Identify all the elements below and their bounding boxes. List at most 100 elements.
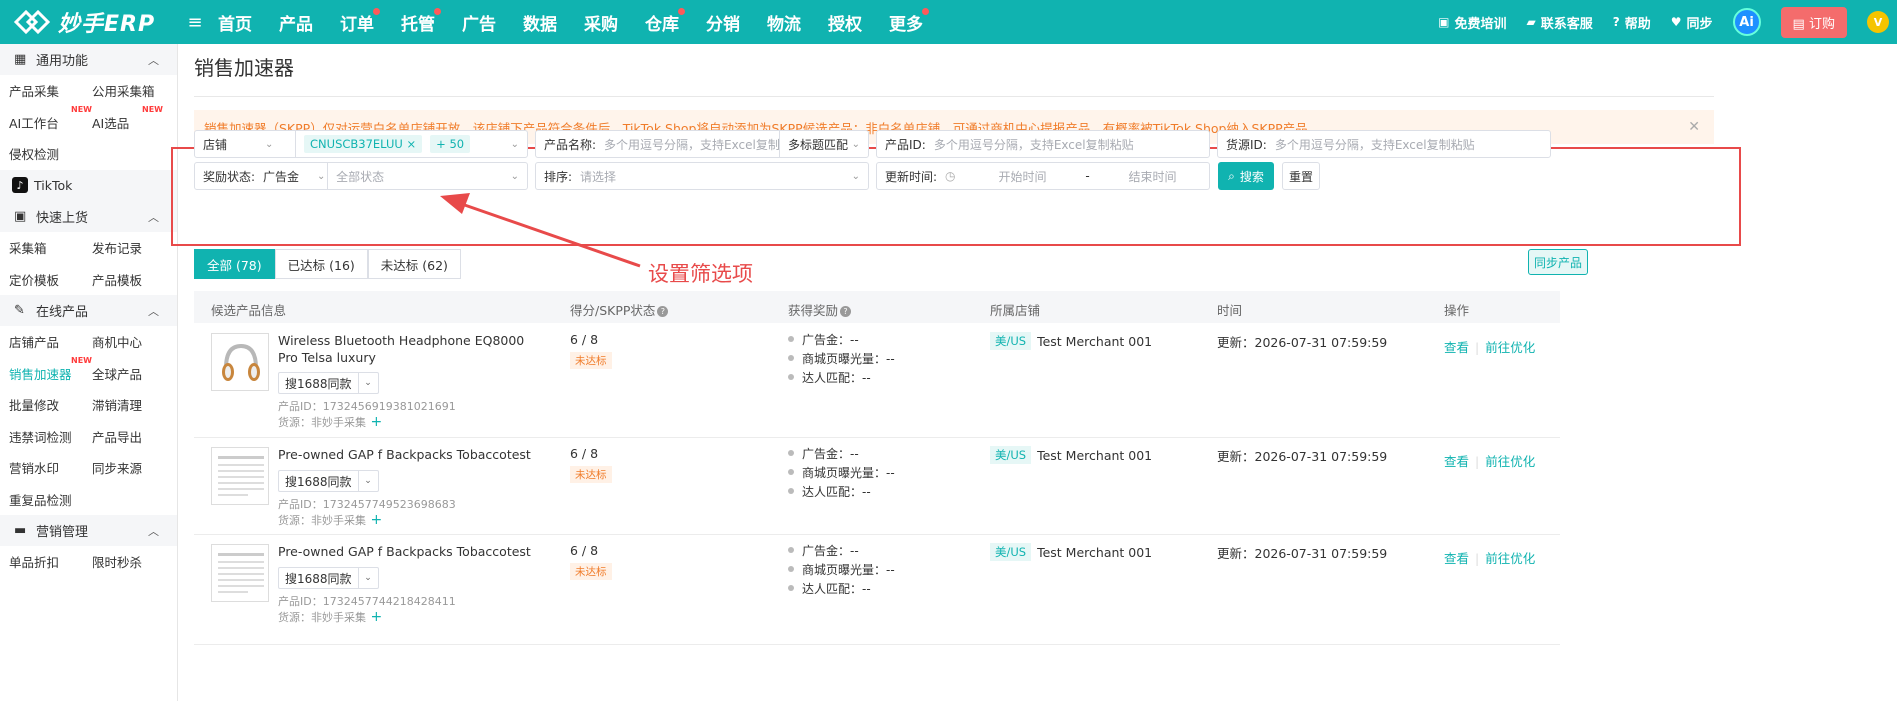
question-icon[interactable]: ?	[657, 306, 669, 317]
menu-toggle-icon[interactable]: ≡	[180, 12, 210, 33]
region-badge: 美/US	[990, 446, 1032, 464]
end-time-input[interactable]: 结束时间	[1098, 168, 1208, 185]
sidebar-item[interactable]: 全球产品	[83, 364, 166, 383]
nav-item[interactable]: 产品	[279, 10, 313, 35]
sidebar-group-header[interactable]: ✎ 在线产品 ︿	[0, 295, 177, 326]
product-name-input[interactable]: 多个用逗号分隔，支持Excel复制粘贴	[604, 136, 779, 153]
nav-item[interactable]: 授权	[828, 10, 862, 35]
reset-button[interactable]: 重置	[1282, 162, 1320, 190]
nav-item[interactable]: 首页	[218, 10, 252, 35]
sidebar-item[interactable]: 限时秒杀	[83, 552, 166, 571]
nav-item[interactable]: 订单	[340, 7, 380, 35]
sort-select[interactable]: 排序: 请选择 ⌄	[535, 162, 869, 190]
optimize-link[interactable]: 前往优化	[1485, 340, 1535, 355]
ai-assistant-button[interactable]: Ai	[1732, 8, 1761, 36]
sidebar-item[interactable]: 销售加速器 NEW	[0, 356, 92, 383]
tag-close-icon[interactable]: ×	[407, 137, 417, 151]
sidebar-item[interactable]: 产品采集	[0, 81, 83, 100]
sidebar-group-header[interactable]: ▬ 营销管理 ︿	[0, 515, 177, 546]
sidebar-item[interactable]: 侵权检测	[0, 144, 83, 163]
nav-item[interactable]: 分销	[706, 10, 740, 35]
add-source-icon[interactable]: +	[366, 609, 382, 625]
product-name-field[interactable]: 产品名称: 多个用逗号分隔，支持Excel复制粘贴 多标题匹配 ⌄	[535, 130, 869, 158]
source-id-field[interactable]: 货源ID: 多个用逗号分隔，支持Excel复制粘贴	[1217, 130, 1551, 158]
sync-products-button[interactable]: 同步产品	[1528, 249, 1588, 275]
tab[interactable]: 已达标 (16)	[274, 249, 368, 279]
order-button[interactable]: ▤ 订购	[1780, 6, 1847, 38]
sidebar-item[interactable]: 产品模板	[83, 270, 166, 289]
product-name-link[interactable]: Pre-owned GAP f Backpacks Tobaccotest	[278, 543, 540, 560]
nav-item[interactable]: 托管	[401, 7, 441, 35]
product-name-link[interactable]: Pre-owned GAP f Backpacks Tobaccotest	[278, 446, 540, 463]
search-1688-button[interactable]: 搜1688同款 ⌄	[278, 567, 379, 589]
sidebar-item[interactable]: 商机中心	[83, 332, 166, 351]
sidebar-item[interactable]: 批量修改	[0, 395, 83, 414]
optimize-link[interactable]: 前往优化	[1485, 551, 1535, 566]
sidebar-item[interactable]: 营销水印	[0, 458, 83, 477]
nav-item[interactable]: 物流	[767, 10, 801, 35]
sidebar-item[interactable]: 发布记录	[83, 238, 166, 257]
sidebar-item[interactable]: 公用采集箱	[83, 81, 166, 100]
logo[interactable]: 妙手ERP	[0, 6, 180, 38]
reward-status-field[interactable]: 奖励状态: 广告金 ⌄ 全部状态 ⌄	[194, 162, 528, 190]
nav-item[interactable]: 广告	[462, 10, 496, 35]
product-source: 货源：非妙手采集 +	[278, 609, 382, 625]
sidebar-item[interactable]: AI选品 NEW	[83, 105, 166, 132]
sidebar-item[interactable]: 违禁词检测	[0, 427, 83, 446]
sidebar-row: 营销水印 同步来源	[0, 452, 177, 484]
chevron-down-icon[interactable]: ⌄	[357, 568, 378, 588]
nav-item[interactable]: 采购	[584, 10, 618, 35]
product-thumbnail[interactable]	[211, 544, 269, 602]
shop-more-tag[interactable]: + 50	[430, 135, 471, 153]
sidebar-group-header[interactable]: ▦ 通用功能 ︿	[0, 44, 177, 75]
chevron-down-icon[interactable]: ⌄	[357, 373, 378, 393]
nav-item[interactable]: 数据	[523, 10, 557, 35]
tab[interactable]: 未达标 (62)	[367, 249, 461, 279]
product-thumbnail[interactable]	[211, 333, 269, 391]
tab[interactable]: 全部 (78)	[194, 249, 275, 279]
nav-item[interactable]: 更多	[889, 7, 929, 35]
start-time-input[interactable]: 开始时间	[968, 168, 1078, 185]
product-id-field[interactable]: 产品ID: 多个用逗号分隔，支持Excel复制粘贴	[876, 130, 1210, 158]
sidebar-item[interactable]: 店铺产品	[0, 332, 83, 351]
sidebar-item[interactable]: 定价模板	[0, 270, 83, 289]
question-icon[interactable]: ?	[840, 306, 852, 317]
search-1688-button[interactable]: 搜1688同款 ⌄	[278, 470, 379, 492]
optimize-link[interactable]: 前往优化	[1485, 454, 1535, 469]
sidebar-item[interactable]: 单品折扣	[0, 552, 83, 571]
view-link[interactable]: 查看	[1444, 551, 1469, 566]
search-button[interactable]: ⌕ 搜索	[1218, 162, 1274, 190]
add-source-icon[interactable]: +	[366, 512, 382, 528]
product-name-link[interactable]: Wireless Bluetooth Headphone EQ8000 Pro …	[278, 332, 540, 366]
contact-support-link[interactable]: ▰ 联系客服	[1527, 13, 1593, 32]
sync-link[interactable]: ♥ 同步	[1671, 13, 1713, 32]
sidebar-item[interactable]: 同步来源	[83, 458, 166, 477]
shop-tag[interactable]: CNUSCB37ELUU ×	[304, 135, 423, 153]
view-link[interactable]: 查看	[1444, 340, 1469, 355]
reward-status-label: 奖励状态:	[203, 169, 256, 184]
sidebar-item[interactable]: AI工作台 NEW	[0, 105, 92, 132]
sidebar-item[interactable]: 产品导出	[83, 427, 166, 446]
match-mode-select[interactable]: 多标题匹配	[780, 136, 856, 153]
close-icon[interactable]: ✕	[1688, 119, 1700, 135]
status-select[interactable]: 全部状态	[336, 168, 384, 185]
chevron-down-icon[interactable]: ⌄	[357, 471, 378, 491]
vip-avatar[interactable]: V	[1867, 11, 1889, 33]
source-id-input[interactable]: 多个用逗号分隔，支持Excel复制粘贴	[1275, 136, 1475, 153]
update-time-range[interactable]: 更新时间: ◷ 开始时间 - 结束时间	[876, 162, 1210, 190]
nav-item[interactable]: 仓库	[645, 7, 685, 35]
add-source-icon[interactable]: +	[366, 414, 382, 430]
sidebar-item[interactable]: 重复品检测	[0, 490, 83, 509]
free-training-link[interactable]: ▣ 免费培训	[1438, 13, 1506, 32]
shop-select[interactable]: 店铺 ⌄ CNUSCB37ELUU × + 50 ⌄	[194, 130, 528, 158]
help-link[interactable]: ? 帮助	[1613, 13, 1651, 32]
sidebar-item[interactable]: 滞销清理	[83, 395, 166, 414]
search-1688-button[interactable]: 搜1688同款 ⌄	[278, 372, 379, 394]
product-thumbnail[interactable]	[211, 447, 269, 505]
reward-type-select[interactable]: 广告金	[263, 168, 299, 185]
view-link[interactable]: 查看	[1444, 454, 1469, 469]
sidebar-group-header[interactable]: ▣ 快速上货 ︿	[0, 201, 177, 232]
sidebar-item-tiktok[interactable]: ♪ TikTok	[0, 169, 177, 201]
product-id-input[interactable]: 多个用逗号分隔，支持Excel复制粘贴	[934, 136, 1134, 153]
sidebar-item[interactable]: 采集箱	[0, 238, 83, 257]
